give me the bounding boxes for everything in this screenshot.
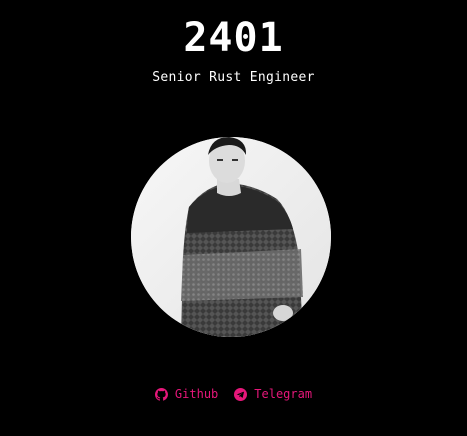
social-links: Github Telegram: [0, 385, 467, 403]
telegram-link[interactable]: Telegram: [234, 386, 312, 402]
github-link[interactable]: Github: [154, 386, 219, 402]
telegram-icon: [234, 387, 248, 401]
github-link-label: Github: [174, 387, 219, 401]
profile-role: Senior Rust Engineer: [152, 70, 315, 85]
github-icon: [154, 387, 168, 401]
telegram-link-label: Telegram: [254, 387, 313, 401]
avatar: [131, 137, 331, 337]
profile-name: 2401: [183, 15, 284, 61]
avatar-photo: [131, 137, 331, 337]
